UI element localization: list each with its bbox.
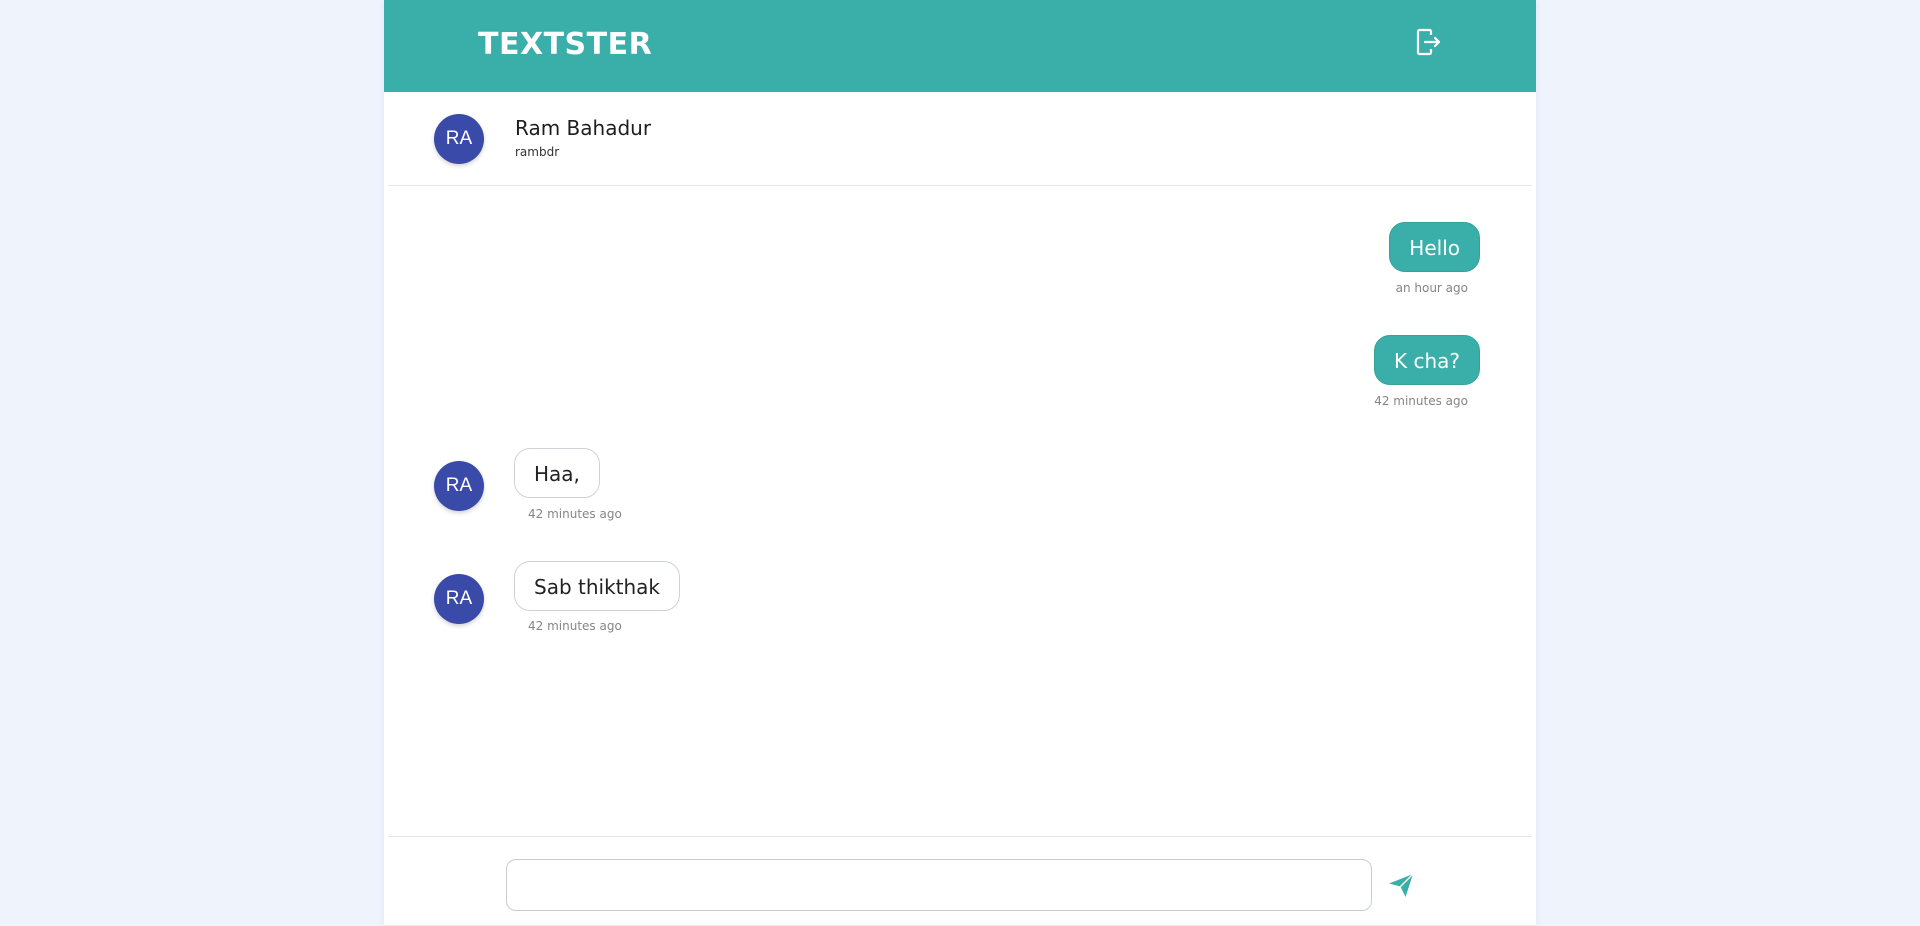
message-avatar: RA [434,461,484,511]
chat-app: TEXTSTER RA Ram Bahadur rambdr Hello an … [384,0,1536,925]
sent-message-bubble: K cha? [1373,335,1480,385]
contact-username: rambdr [515,145,560,159]
received-message-bubble: Haa, [514,448,600,498]
message-input[interactable] [506,859,1372,911]
message-avatar: RA [434,574,484,624]
app-brand: TEXTSTER [478,27,653,62]
contact-avatar[interactable]: RA [434,114,484,164]
message-timestamp: 42 minutes ago [528,619,622,633]
message-timestamp: 42 minutes ago [1374,394,1468,408]
received-message-bubble: Sab thikthak [514,561,681,611]
send-icon [1389,873,1414,897]
message-timestamp: an hour ago [1395,281,1468,295]
app-header: TEXTSTER [384,0,1536,92]
contact-name: Ram Bahadur [515,116,652,140]
chat-contact-header: RA Ram Bahadur rambdr [388,92,1532,186]
message-timestamp: 42 minutes ago [528,507,622,521]
message-composer [388,836,1532,926]
sent-message-bubble: Hello [1389,222,1480,272]
logout-button[interactable] [1412,26,1444,58]
logout-icon [1416,28,1441,56]
send-button[interactable] [1386,870,1416,900]
message-list: Hello an hour ago K cha? 42 minutes ago … [384,186,1536,836]
